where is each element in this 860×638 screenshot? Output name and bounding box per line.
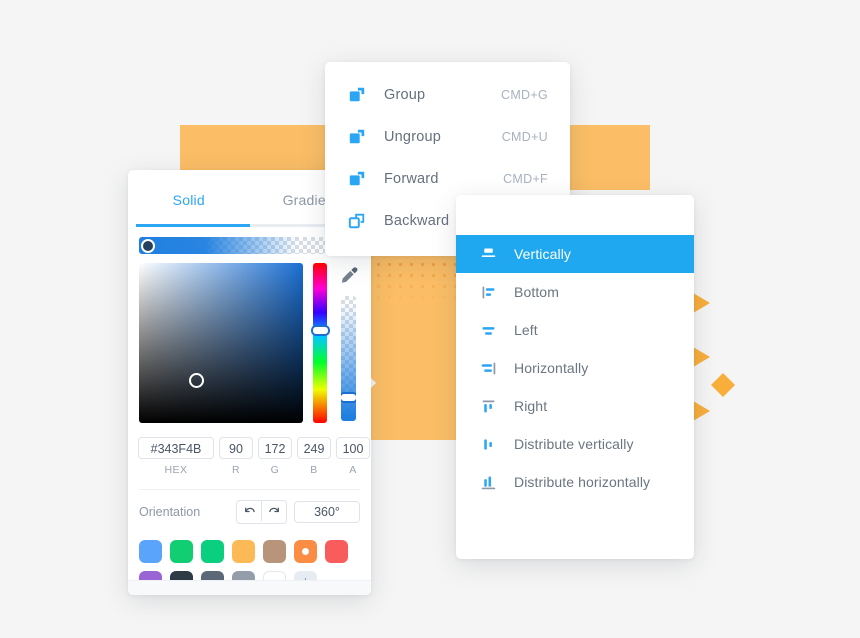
tab-solid[interactable]: Solid bbox=[128, 192, 250, 208]
red-input[interactable]: 90 bbox=[219, 437, 253, 459]
menu-item-label: Group bbox=[384, 87, 426, 103]
menu-item-align-left[interactable]: Left bbox=[456, 311, 694, 349]
blue-field: 249 B bbox=[297, 437, 331, 476]
menu-item-distribute-vertically[interactable]: Distribute vertically bbox=[456, 425, 694, 463]
saturation-value-area[interactable] bbox=[139, 263, 303, 423]
red-field: 90 R bbox=[219, 437, 253, 476]
tab-underline-active bbox=[136, 224, 250, 227]
swatch-blue[interactable] bbox=[139, 540, 162, 563]
rotate-counterclockwise-button[interactable] bbox=[237, 501, 261, 521]
menu-item-distribute-horizontally[interactable]: Distribute horizontally bbox=[456, 463, 694, 501]
alpha-input[interactable]: 100 bbox=[336, 437, 370, 459]
align-context-menu: Vertically Bottom Left Horizontally Righ… bbox=[456, 195, 694, 559]
canvas-stage: Solid Gradient #343F4B HEX 90 R 172 G 24… bbox=[0, 0, 860, 638]
green-input[interactable]: 172 bbox=[258, 437, 292, 459]
rotation-buttons bbox=[236, 500, 287, 524]
swatch-red[interactable] bbox=[325, 540, 348, 563]
green-label: G bbox=[270, 464, 280, 476]
swatch-brown[interactable] bbox=[263, 540, 286, 563]
menu-item-label: Bottom bbox=[514, 284, 559, 300]
menu-item-label: Horizontally bbox=[514, 360, 589, 376]
saturation-value-handle[interactable] bbox=[189, 373, 204, 388]
menu-item-shortcut: CMD+U bbox=[501, 130, 548, 144]
orientation-label: Orientation bbox=[139, 505, 201, 519]
menu-item-label: Vertically bbox=[514, 246, 572, 262]
swatch-orange-selected[interactable] bbox=[294, 540, 317, 563]
hue-slider-handle[interactable] bbox=[310, 325, 330, 336]
degrees-input[interactable]: 360° bbox=[294, 501, 360, 523]
menu-item-label: Ungroup bbox=[384, 129, 442, 145]
green-field: 172 G bbox=[258, 437, 292, 476]
align-horizontally-icon bbox=[478, 360, 498, 377]
menu-item-align-bottom[interactable]: Bottom bbox=[456, 273, 694, 311]
align-bottom-icon bbox=[478, 284, 498, 301]
canvas-diamond[interactable] bbox=[711, 373, 735, 397]
alpha-slider-handle[interactable] bbox=[340, 392, 356, 403]
color-picker-footer bbox=[128, 580, 371, 595]
orientation-row: Orientation 360° bbox=[139, 500, 360, 524]
blue-label: B bbox=[310, 464, 318, 476]
distribute-vertically-icon bbox=[478, 436, 498, 453]
hue-slider[interactable] bbox=[310, 263, 330, 423]
swatch-selected-indicator bbox=[302, 548, 309, 555]
menu-item-label: Forward bbox=[384, 171, 439, 187]
alpha-slider[interactable] bbox=[340, 296, 356, 421]
menu-item-shortcut: CMD+F bbox=[503, 172, 548, 186]
menu-item-forward[interactable]: Forward CMD+F bbox=[325, 158, 570, 200]
bring-forward-icon bbox=[345, 170, 369, 188]
blue-input[interactable]: 249 bbox=[297, 437, 331, 459]
menu-item-label: Distribute horizontally bbox=[514, 474, 651, 490]
menu-item-align-vertically[interactable]: Vertically bbox=[456, 235, 694, 273]
hex-input[interactable]: #343F4B bbox=[138, 437, 214, 459]
menu-item-label: Left bbox=[514, 322, 538, 338]
send-backward-icon bbox=[345, 212, 369, 230]
align-vertically-icon bbox=[478, 246, 498, 263]
color-value-fields: #343F4B HEX 90 R 172 G 249 B 100 A bbox=[138, 437, 370, 476]
rotate-counterclockwise-icon bbox=[244, 507, 255, 512]
alpha-field: 100 A bbox=[336, 437, 370, 476]
ungroup-icon bbox=[345, 128, 369, 146]
menu-item-shortcut: CMD+G bbox=[501, 88, 548, 102]
rotate-clockwise-button[interactable] bbox=[261, 501, 286, 521]
red-label: R bbox=[231, 464, 241, 476]
align-right-icon bbox=[478, 398, 498, 415]
menu-item-align-horizontally[interactable]: Horizontally bbox=[456, 349, 694, 387]
divider bbox=[139, 489, 360, 490]
hex-label: HEX bbox=[164, 464, 188, 476]
swatch-green-2[interactable] bbox=[201, 540, 224, 563]
hex-field: #343F4B HEX bbox=[138, 437, 214, 476]
menu-item-group[interactable]: Group CMD+G bbox=[325, 74, 570, 116]
align-left-icon bbox=[478, 322, 498, 339]
swatch-yellow[interactable] bbox=[232, 540, 255, 563]
menu-item-label: Right bbox=[514, 398, 548, 414]
rotate-clockwise-icon bbox=[268, 507, 279, 512]
swatch-row-1 bbox=[139, 540, 360, 563]
gradient-stop-handle[interactable] bbox=[141, 238, 155, 253]
color-picker-tools bbox=[336, 263, 360, 423]
color-picker-body bbox=[139, 263, 360, 423]
swatch-green-1[interactable] bbox=[170, 540, 193, 563]
eyedropper-icon[interactable] bbox=[337, 264, 359, 288]
menu-item-label: Distribute vertically bbox=[514, 436, 634, 452]
distribute-horizontally-icon bbox=[478, 474, 498, 491]
alpha-label: A bbox=[349, 464, 357, 476]
group-icon bbox=[345, 86, 369, 104]
menu-item-ungroup[interactable]: Ungroup CMD+U bbox=[325, 116, 570, 158]
menu-item-align-right[interactable]: Right bbox=[456, 387, 694, 425]
